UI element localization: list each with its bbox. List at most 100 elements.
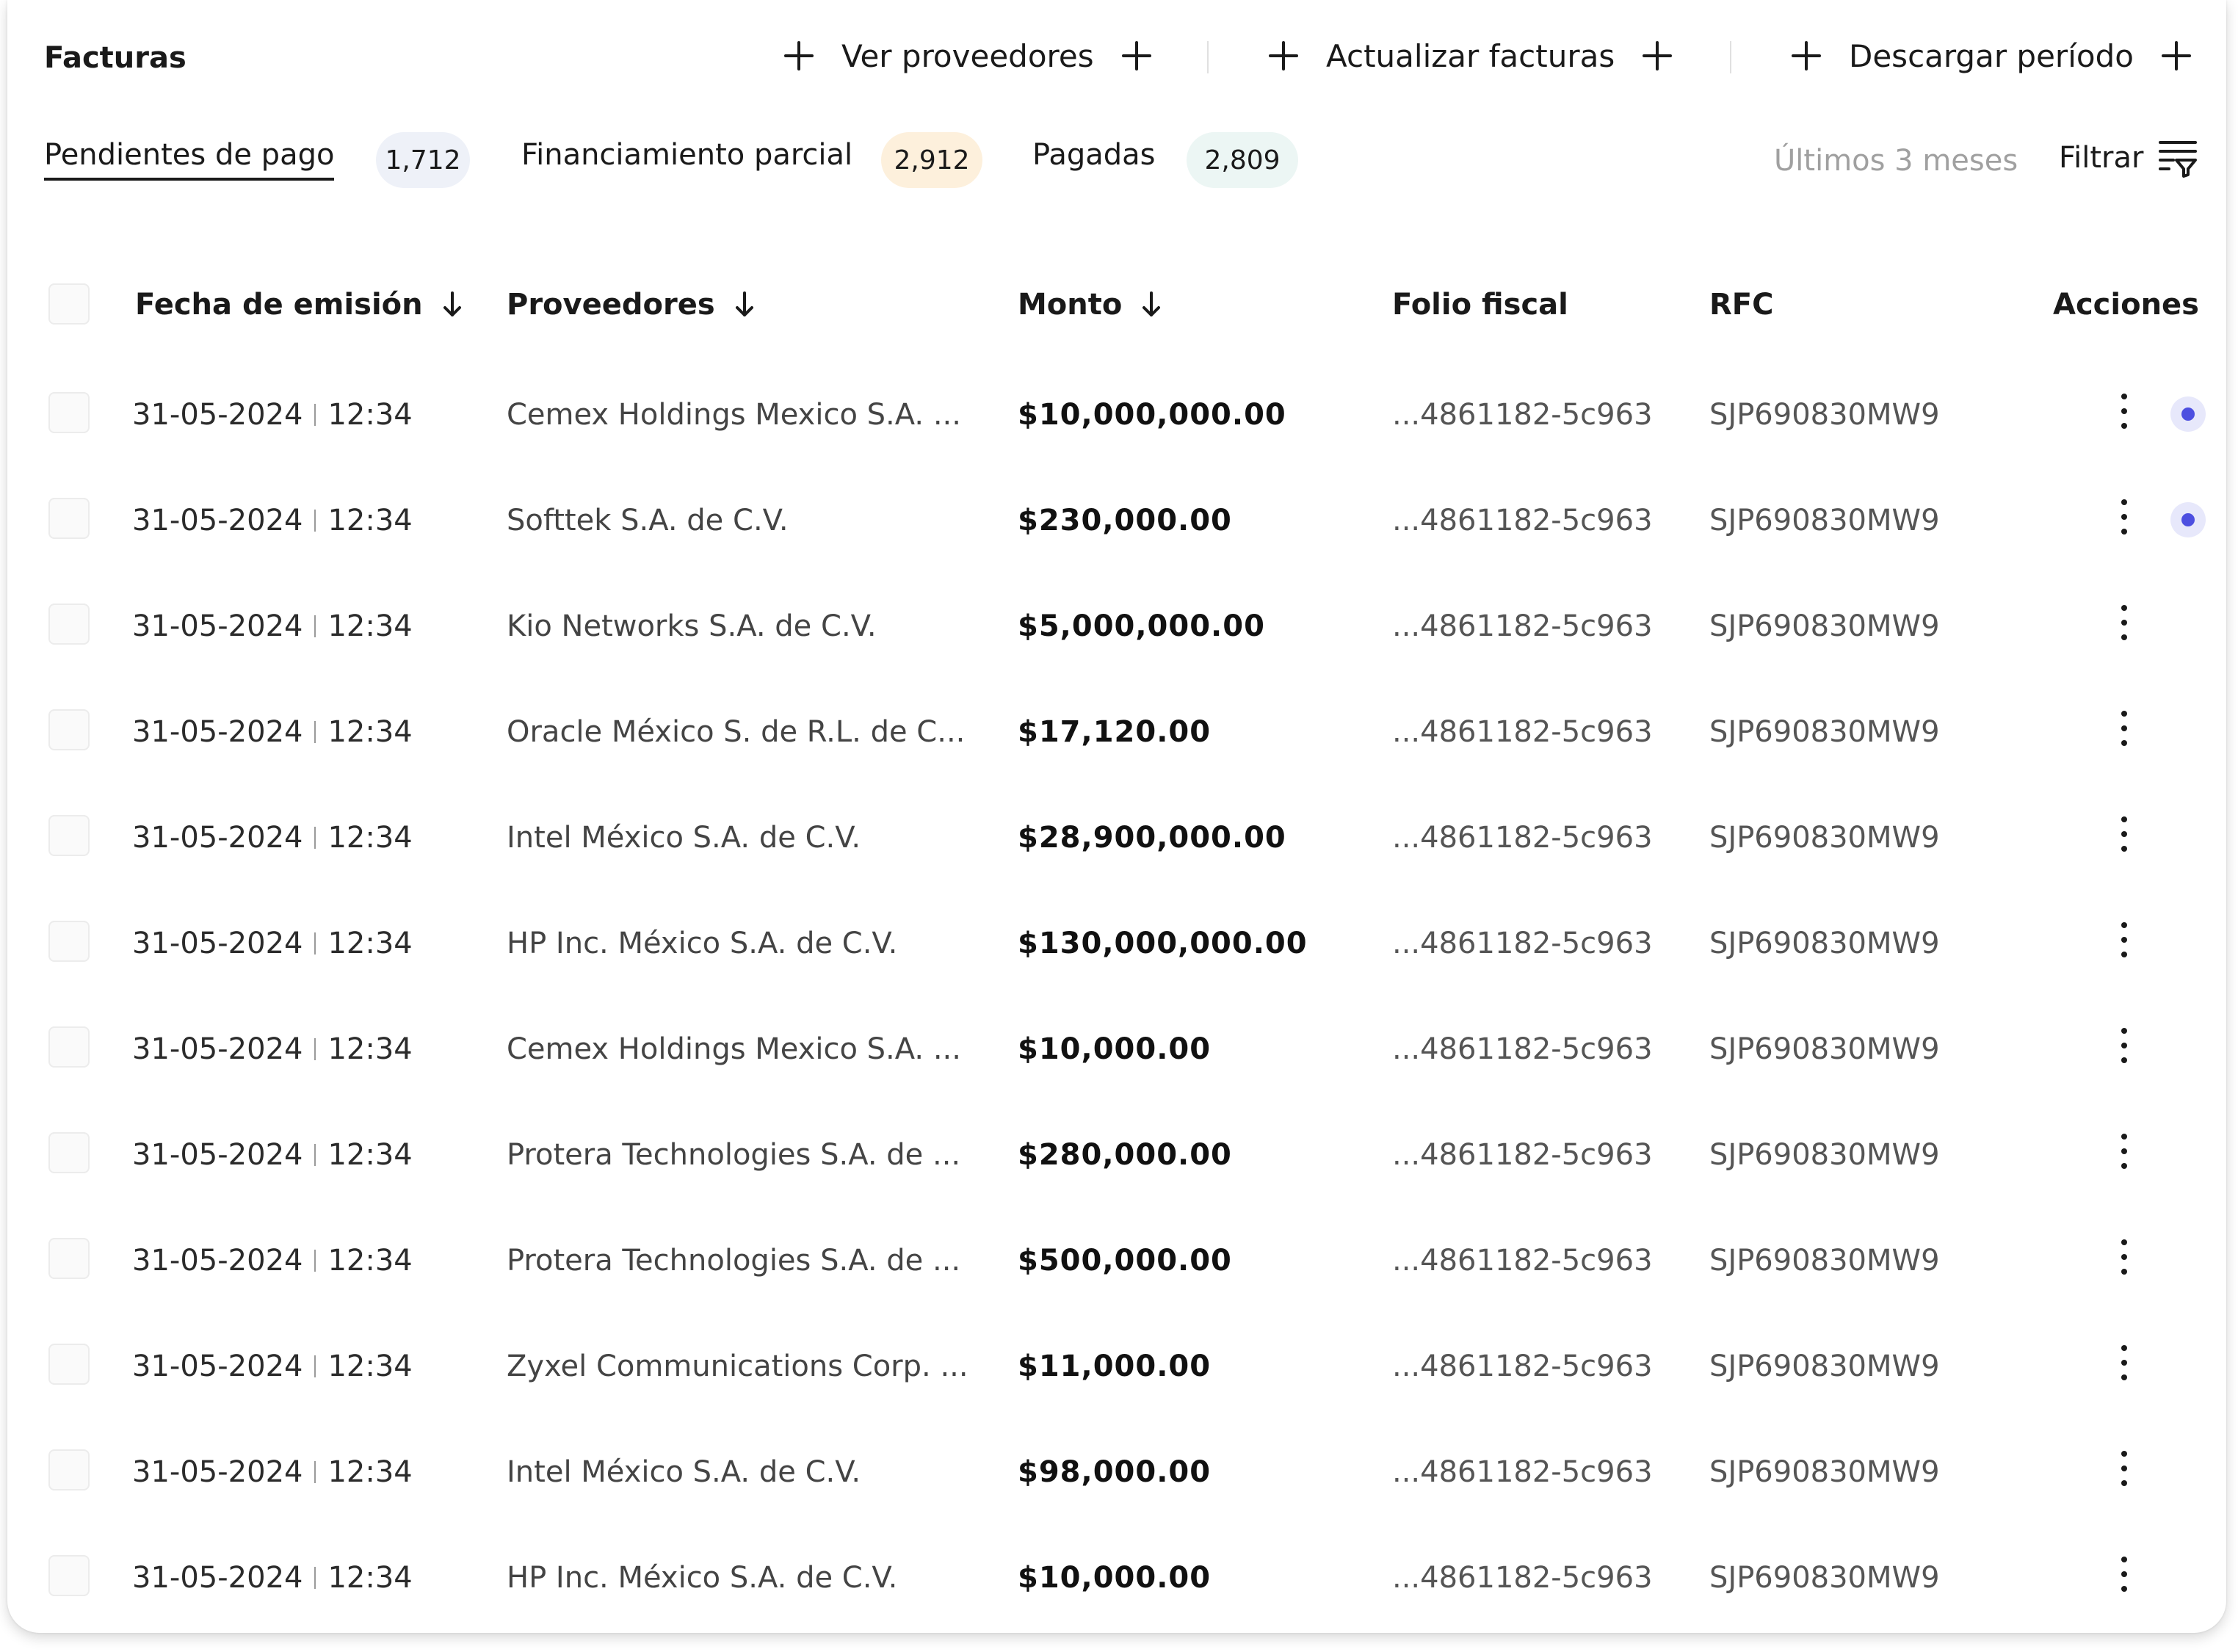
update-invoices-label: Actualizar facturas <box>1326 37 1615 74</box>
status-indicator-icon <box>2170 396 2206 432</box>
row-provider: Cemex Holdings Mexico S.A. ... <box>507 398 961 432</box>
tab-financiamiento[interactable]: Financiamiento parcial <box>521 138 852 172</box>
row-time: 12:34 <box>327 1561 413 1595</box>
more-options-icon[interactable] <box>2121 1028 2128 1069</box>
date-time-separator <box>314 1567 316 1589</box>
filter-icon[interactable] <box>2157 140 2198 178</box>
row-date: 31-05-2024 <box>132 504 303 537</box>
more-options-icon[interactable] <box>2121 1345 2128 1386</box>
more-options-icon[interactable] <box>2121 1557 2128 1598</box>
plus-icon <box>784 41 814 70</box>
tab-pendientes[interactable]: Pendientes de pago <box>44 138 335 181</box>
date-range-selector[interactable]: Últimos 3 meses <box>1774 144 2018 178</box>
column-date[interactable]: Fecha de emisión <box>135 288 463 322</box>
download-period-button[interactable]: Descargar período <box>1792 34 2191 78</box>
column-provider-label: Proveedores <box>507 288 715 322</box>
row-provider: Intel México S.A. de C.V. <box>507 1455 861 1489</box>
row-issue-date: 31-05-2024 12:34 <box>132 1561 413 1595</box>
tab-pagadas-count: 2,809 <box>1187 132 1298 188</box>
column-amount[interactable]: Monto <box>1018 288 1162 322</box>
more-options-icon[interactable] <box>2121 816 2128 858</box>
row-checkbox[interactable] <box>48 1026 90 1068</box>
filter-button[interactable]: Filtrar <box>2059 141 2143 175</box>
row-checkbox[interactable] <box>48 392 90 433</box>
tab-pendientes-count: 1,712 <box>376 132 470 188</box>
more-options-icon[interactable] <box>2121 394 2128 435</box>
row-provider: Cemex Holdings Mexico S.A. ... <box>507 1032 961 1066</box>
row-provider: Protera Technologies S.A. de ... <box>507 1138 961 1172</box>
row-amount: $280,000.00 <box>1018 1138 1232 1172</box>
more-options-icon[interactable] <box>2121 605 2128 646</box>
column-rfc: RFC <box>1709 288 1774 322</box>
row-date: 31-05-2024 <box>132 1561 303 1595</box>
column-provider[interactable]: Proveedores <box>507 288 755 322</box>
date-time-separator <box>314 1038 316 1060</box>
row-checkbox[interactable] <box>48 1449 90 1490</box>
row-folio: ...4861182-5c963 <box>1392 927 1653 960</box>
row-issue-date: 31-05-2024 12:34 <box>132 927 413 960</box>
more-options-icon[interactable] <box>2121 1134 2128 1175</box>
row-rfc: SJP690830MW9 <box>1709 715 1940 749</box>
more-options-icon[interactable] <box>2121 1239 2128 1280</box>
row-time: 12:34 <box>327 398 413 432</box>
view-providers-button[interactable]: Ver proveedores <box>784 34 1151 78</box>
row-rfc: SJP690830MW9 <box>1709 609 1940 643</box>
date-time-separator <box>314 1250 316 1272</box>
row-checkbox[interactable] <box>48 1344 90 1385</box>
row-rfc: SJP690830MW9 <box>1709 1350 1940 1383</box>
row-folio: ...4861182-5c963 <box>1392 715 1653 749</box>
row-amount: $230,000.00 <box>1018 504 1232 537</box>
row-amount: $500,000.00 <box>1018 1244 1232 1278</box>
plus-icon <box>1269 41 1298 70</box>
column-date-label: Fecha de emisión <box>135 288 423 322</box>
column-folio: Folio fiscal <box>1392 288 1568 322</box>
row-date: 31-05-2024 <box>132 1244 303 1278</box>
date-time-separator <box>314 510 316 532</box>
tab-pagadas[interactable]: Pagadas <box>1032 138 1155 172</box>
row-checkbox[interactable] <box>48 604 90 645</box>
row-folio: ...4861182-5c963 <box>1392 1138 1653 1172</box>
date-time-separator <box>314 404 316 426</box>
column-actions: Acciones <box>2053 288 2199 322</box>
row-date: 31-05-2024 <box>132 1350 303 1383</box>
update-invoices-button[interactable]: Actualizar facturas <box>1269 34 1673 78</box>
row-provider: HP Inc. México S.A. de C.V. <box>507 927 898 960</box>
row-amount: $17,120.00 <box>1018 715 1212 749</box>
row-checkbox[interactable] <box>48 1238 90 1279</box>
row-provider: Protera Technologies S.A. de ... <box>507 1244 961 1278</box>
row-date: 31-05-2024 <box>132 821 303 855</box>
row-provider: Intel México S.A. de C.V. <box>507 821 861 855</box>
divider <box>1207 41 1209 73</box>
row-time: 12:34 <box>327 504 413 537</box>
row-time: 12:34 <box>327 927 413 960</box>
row-date: 31-05-2024 <box>132 398 303 432</box>
page-title: Facturas <box>44 41 186 75</box>
row-amount: $130,000,000.00 <box>1018 927 1308 960</box>
more-options-icon[interactable] <box>2121 1451 2128 1492</box>
status-indicator-icon <box>2170 502 2206 537</box>
row-checkbox[interactable] <box>48 921 90 962</box>
row-folio: ...4861182-5c963 <box>1392 1350 1653 1383</box>
more-options-icon[interactable] <box>2121 499 2128 540</box>
plus-icon <box>1643 41 1673 70</box>
row-date: 31-05-2024 <box>132 1032 303 1066</box>
row-rfc: SJP690830MW9 <box>1709 398 1940 432</box>
row-checkbox[interactable] <box>48 1132 90 1173</box>
row-provider: HP Inc. México S.A. de C.V. <box>507 1561 898 1595</box>
more-options-icon[interactable] <box>2121 711 2128 752</box>
row-time: 12:34 <box>327 1032 413 1066</box>
row-checkbox[interactable] <box>48 498 90 539</box>
row-issue-date: 31-05-2024 12:34 <box>132 1350 413 1383</box>
more-options-icon[interactable] <box>2121 922 2128 963</box>
row-issue-date: 31-05-2024 12:34 <box>132 1138 413 1172</box>
row-issue-date: 31-05-2024 12:34 <box>132 609 413 643</box>
row-folio: ...4861182-5c963 <box>1392 1455 1653 1489</box>
download-period-label: Descargar período <box>1849 37 2134 74</box>
row-checkbox[interactable] <box>48 709 90 750</box>
row-rfc: SJP690830MW9 <box>1709 927 1940 960</box>
row-checkbox[interactable] <box>48 1555 90 1596</box>
row-rfc: SJP690830MW9 <box>1709 1455 1940 1489</box>
row-folio: ...4861182-5c963 <box>1392 398 1653 432</box>
select-all-checkbox[interactable] <box>48 283 90 325</box>
row-checkbox[interactable] <box>48 815 90 856</box>
